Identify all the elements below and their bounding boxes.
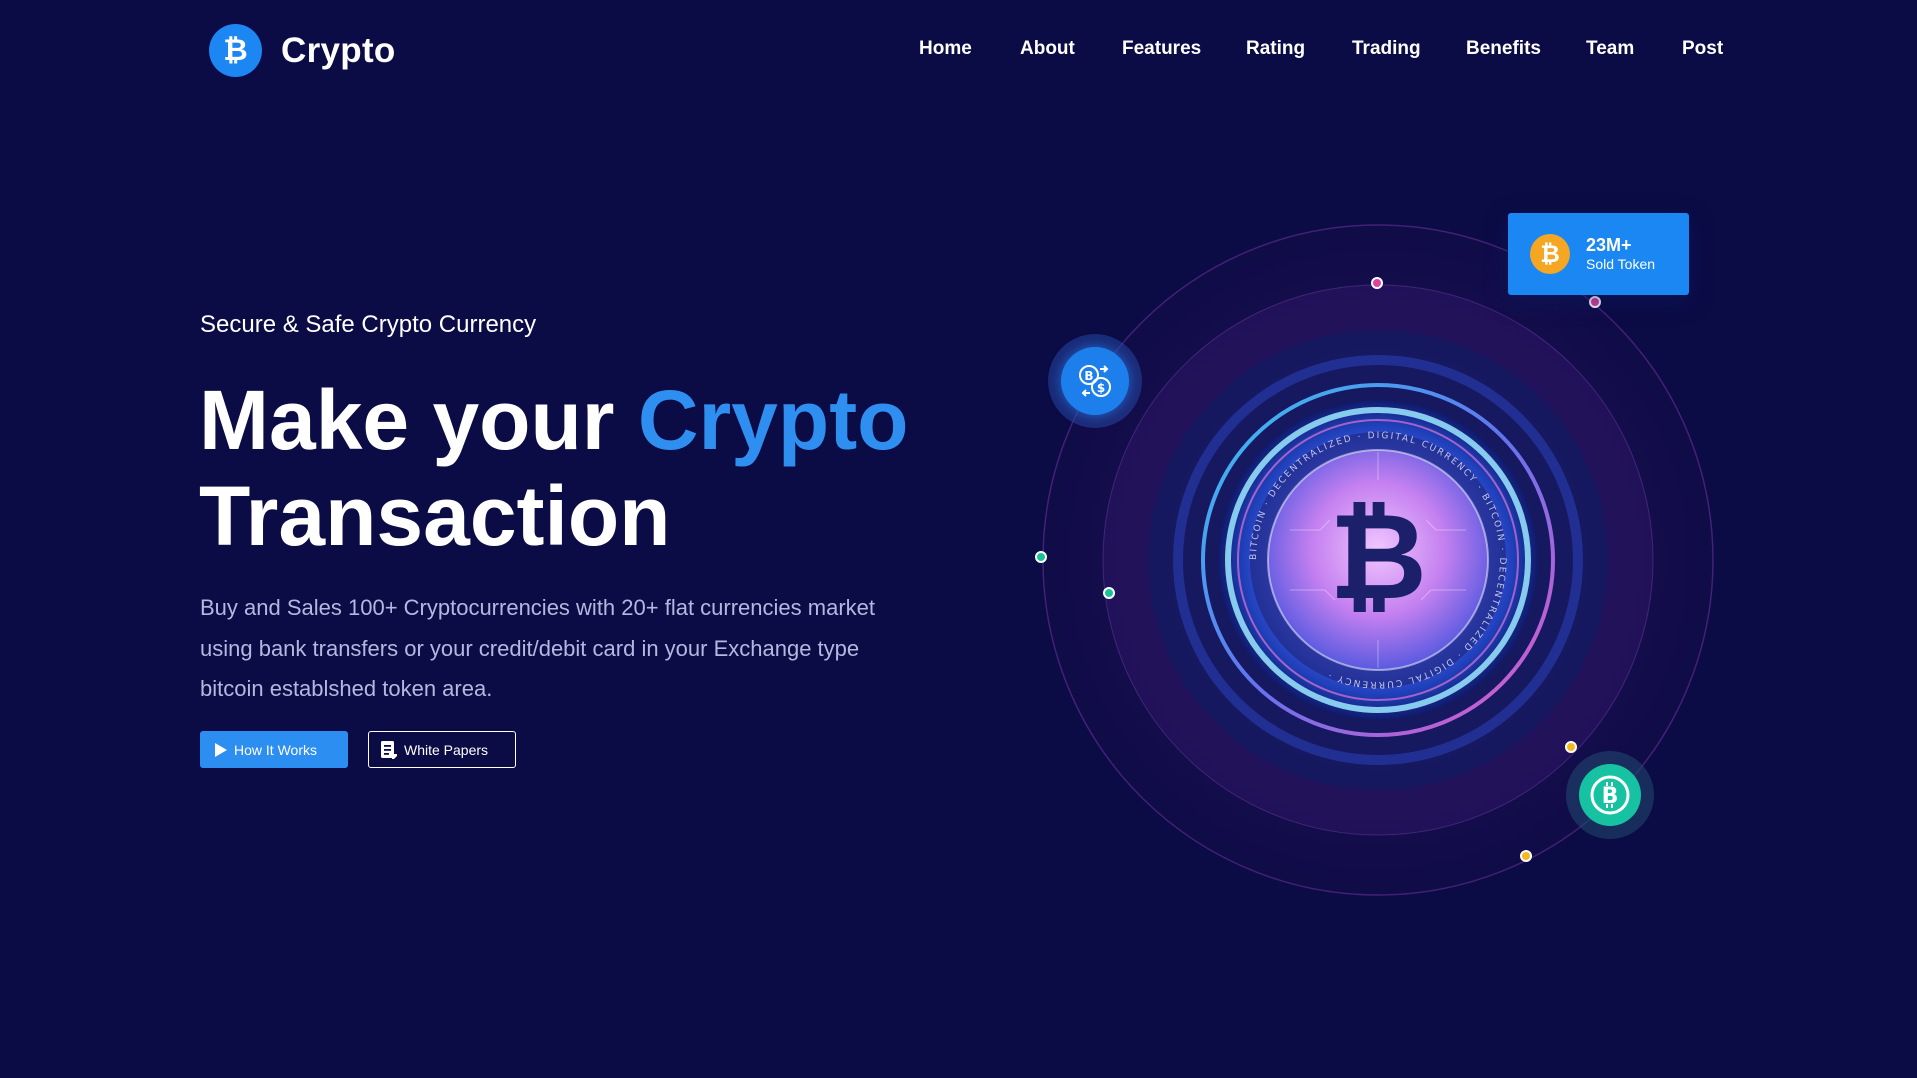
sold-token-card: ₿ 23M+ Sold Token <box>1508 213 1689 295</box>
document-icon <box>381 740 397 759</box>
nav-item-benefits[interactable]: Benefits <box>1466 38 1541 60</box>
orbit-dot-pink <box>1589 296 1601 308</box>
nav-item-trading[interactable]: Trading <box>1352 38 1421 60</box>
sold-token-text: 23M+ Sold Token <box>1586 235 1655 273</box>
orbit-dot-yellow <box>1565 741 1577 753</box>
nav-item-home[interactable]: Home <box>919 38 972 60</box>
nav-item-team[interactable]: Team <box>1586 38 1634 60</box>
nav-item-post[interactable]: Post <box>1682 38 1723 60</box>
currency-exchange-icon: B $ <box>1061 347 1129 415</box>
nav-item-about[interactable]: About <box>1020 38 1075 60</box>
sold-token-value: 23M+ <box>1586 235 1632 255</box>
hero-headline: Make your Crypto Transaction <box>199 372 909 564</box>
orbit-dot-pink <box>1371 277 1383 289</box>
bitcoin-coin-icon: ₿ <box>1530 234 1570 274</box>
svg-text:B: B <box>1602 784 1619 809</box>
white-papers-button[interactable]: White Papers <box>368 731 516 768</box>
nav-item-rating[interactable]: Rating <box>1246 38 1305 60</box>
orbit-dot-yellow <box>1520 850 1532 862</box>
orbit-dot-green <box>1103 587 1115 599</box>
how-it-works-button[interactable]: How It Works <box>200 731 348 768</box>
sold-token-label: Sold Token <box>1586 256 1656 272</box>
landing-page: ₿ Crypto Home About Features Rating Trad… <box>0 0 1917 1078</box>
bitcoin-icon: B <box>1579 764 1641 826</box>
white-papers-label: White Papers <box>404 741 489 758</box>
green-bitcoin-badge[interactable]: B <box>1566 751 1654 839</box>
coin-bitcoin-glyph: ₿ <box>1329 488 1427 627</box>
play-icon <box>215 742 227 757</box>
main-nav: Home About Features Rating Trading Benef… <box>0 38 1917 64</box>
headline-accent: Crypto <box>637 373 909 467</box>
orbit-dot-green <box>1035 551 1047 563</box>
exchange-badge[interactable]: B $ <box>1048 334 1142 428</box>
hero-description: Buy and Sales 100+ Cryptocurrencies with… <box>200 595 875 701</box>
nav-item-features[interactable]: Features <box>1122 38 1201 60</box>
svg-text:B: B <box>1084 369 1093 383</box>
hero-tagline: Secure & Safe Crypto Currency <box>200 311 537 338</box>
svg-text:$: $ <box>1097 381 1105 395</box>
headline-part-1: Make your <box>199 373 638 467</box>
headline-part-2: Transaction <box>199 469 671 563</box>
how-it-works-label: How It Works <box>234 741 317 758</box>
